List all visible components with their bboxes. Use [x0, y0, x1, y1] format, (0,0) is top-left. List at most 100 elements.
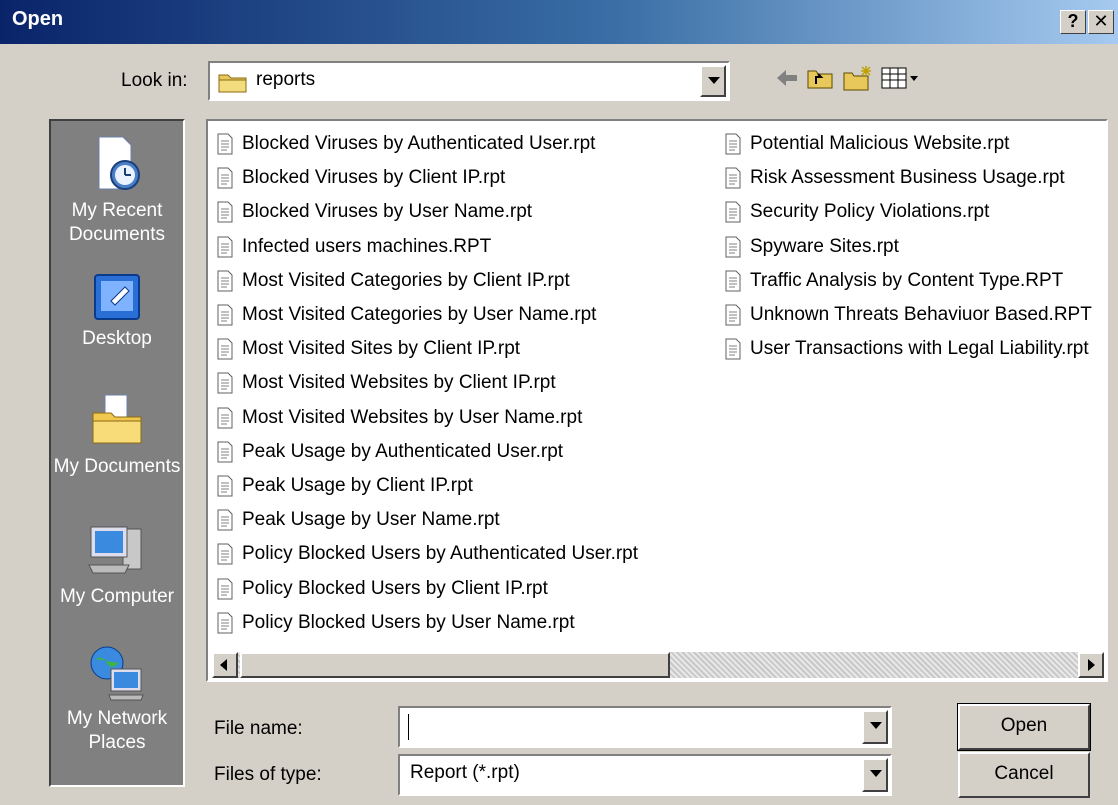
back-arrow-icon[interactable] — [773, 64, 801, 92]
new-folder-icon[interactable] — [842, 64, 874, 92]
document-icon — [725, 167, 741, 189]
file-item[interactable]: Policy Blocked Users by User Name.rpt — [216, 606, 716, 640]
file-name-text: Potential Malicious Website.rpt — [750, 133, 1010, 155]
file-name-dropdown-button[interactable] — [862, 710, 888, 744]
open-dialog: Open ? ✕ Look in: reports My Recent Docu… — [0, 0, 1118, 805]
look-in-dropdown-button[interactable] — [700, 65, 726, 97]
scroll-left-button[interactable] — [212, 652, 238, 678]
place-my-recent-documents[interactable]: My Recent Documents — [51, 135, 183, 247]
document-icon — [725, 133, 741, 155]
file-item[interactable]: Potential Malicious Website.rpt — [724, 127, 1106, 161]
open-button-label: Open — [1000, 715, 1048, 736]
file-item[interactable]: Spyware Sites.rpt — [724, 230, 1106, 264]
file-column-2: Potential Malicious Website.rpt Risk Asse… — [724, 127, 1106, 366]
look-in-label: Look in: — [121, 70, 188, 91]
file-item[interactable]: Peak Usage by Authenticated User.rpt — [216, 435, 716, 469]
file-name-text: Peak Usage by User Name.rpt — [242, 509, 500, 531]
file-item[interactable]: Most Visited Websites by User Name.rpt — [216, 401, 716, 435]
file-name-text: Risk Assessment Business Usage.rpt — [750, 167, 1065, 189]
document-icon — [217, 543, 233, 565]
place-desktop[interactable]: Desktop — [51, 271, 183, 351]
window-title: Open — [12, 8, 64, 30]
horizontal-scrollbar[interactable] — [212, 652, 1104, 678]
file-list[interactable]: Blocked Viruses by Authenticated User.rp… — [206, 119, 1108, 682]
document-icon — [217, 475, 233, 497]
title-bar[interactable]: Open ? ✕ — [0, 0, 1118, 44]
file-name-text: Most Visited Categories by Client IP.rpt — [242, 269, 570, 291]
files-of-type-value: Report (*.rpt) — [410, 762, 520, 783]
document-icon — [217, 304, 233, 326]
close-button[interactable]: ✕ — [1088, 10, 1114, 34]
file-item[interactable]: Unknown Threats Behaviuor Based.RPT — [724, 298, 1106, 332]
place-label: Desktop — [82, 328, 152, 349]
file-item[interactable]: Security Policy Violations.rpt — [724, 195, 1106, 229]
file-name-text: Policy Blocked Users by Authenticated Us… — [242, 543, 639, 565]
file-name-text: Peak Usage by Authenticated User.rpt — [242, 440, 564, 462]
place-my-computer[interactable]: My Computer — [51, 521, 183, 609]
file-name-text: Unknown Threats Behaviuor Based.RPT — [750, 304, 1092, 326]
look-in-value: reports — [256, 69, 316, 90]
scroll-right-button[interactable] — [1078, 652, 1104, 678]
document-icon — [217, 201, 233, 223]
file-name-text: Blocked Viruses by User Name.rpt — [242, 201, 533, 223]
file-item[interactable]: Policy Blocked Users by Client IP.rpt — [216, 571, 716, 605]
file-item[interactable]: Policy Blocked Users by Authenticated Us… — [216, 537, 716, 571]
file-item[interactable]: Infected users machines.RPT — [216, 230, 716, 264]
help-button[interactable]: ? — [1060, 10, 1086, 34]
recent-documents-icon — [98, 136, 140, 190]
cancel-button[interactable]: Cancel — [958, 752, 1090, 798]
file-item[interactable]: Most Visited Websites by Client IP.rpt — [216, 366, 716, 400]
file-item[interactable]: Blocked Viruses by Client IP.rpt — [216, 161, 716, 195]
file-name-text: Spyware Sites.rpt — [750, 235, 899, 257]
document-icon — [217, 372, 233, 394]
my-documents-icon — [92, 394, 142, 444]
view-menu-icon[interactable] — [880, 64, 920, 92]
document-icon — [217, 270, 233, 292]
document-icon — [217, 509, 233, 531]
document-icon — [725, 338, 741, 360]
file-name-text: Peak Usage by Client IP.rpt — [242, 474, 473, 496]
folder-icon — [218, 74, 247, 93]
document-icon — [217, 236, 233, 258]
file-name-text: Infected users machines.RPT — [242, 235, 492, 257]
file-item[interactable]: Peak Usage by Client IP.rpt — [216, 469, 716, 503]
scrollbar-thumb[interactable] — [240, 652, 670, 678]
files-of-type-label: Files of type: — [214, 764, 322, 785]
place-label: My Recent Documents — [68, 200, 166, 245]
file-item[interactable]: User Transactions with Legal Liability.r… — [724, 332, 1106, 366]
file-name-text: Traffic Analysis by Content Type.RPT — [750, 269, 1064, 291]
files-of-type-combobox[interactable]: Report (*.rpt) — [398, 754, 892, 796]
document-icon — [725, 236, 741, 258]
up-one-level-icon[interactable] — [806, 64, 834, 92]
place-label: My Computer — [59, 586, 175, 607]
place-my-documents[interactable]: My Documents — [51, 391, 183, 479]
file-item[interactable]: Blocked Viruses by User Name.rpt — [216, 195, 716, 229]
file-item[interactable]: Peak Usage by User Name.rpt — [216, 503, 716, 537]
document-icon — [217, 133, 233, 155]
document-icon — [217, 407, 233, 429]
file-name-text: Most Visited Categories by User Name.rpt — [242, 304, 597, 326]
document-icon — [217, 441, 233, 463]
file-item[interactable]: Most Visited Categories by Client IP.rpt — [216, 264, 716, 298]
document-icon — [217, 612, 233, 634]
open-button[interactable]: Open — [957, 703, 1091, 751]
file-name-text: Most Visited Sites by Client IP.rpt — [242, 338, 521, 360]
file-item[interactable]: Traffic Analysis by Content Type.RPT — [724, 264, 1106, 298]
file-name-text: User Transactions with Legal Liability.r… — [750, 338, 1089, 360]
file-name-text: Policy Blocked Users by User Name.rpt — [242, 611, 575, 633]
file-item[interactable]: Most Visited Categories by User Name.rpt — [216, 298, 716, 332]
document-icon — [217, 167, 233, 189]
file-item[interactable]: Risk Assessment Business Usage.rpt — [724, 161, 1106, 195]
place-my-network-places[interactable]: My Network Places — [51, 643, 183, 755]
look-in-combobox[interactable]: reports — [208, 61, 730, 101]
places-bar: My Recent Documents Desktop My Documents — [49, 119, 185, 787]
place-label: My Documents — [53, 456, 181, 477]
files-of-type-dropdown-button[interactable] — [862, 758, 888, 792]
file-item[interactable]: Most Visited Sites by Client IP.rpt — [216, 332, 716, 366]
file-name-text: Policy Blocked Users by Client IP.rpt — [242, 577, 548, 599]
file-name-input[interactable] — [398, 706, 892, 748]
cancel-button-label: Cancel — [994, 763, 1054, 784]
file-name-text: Most Visited Websites by User Name.rpt — [242, 406, 583, 428]
file-item[interactable]: Blocked Viruses by Authenticated User.rp… — [216, 127, 716, 161]
my-computer-icon — [88, 526, 142, 574]
